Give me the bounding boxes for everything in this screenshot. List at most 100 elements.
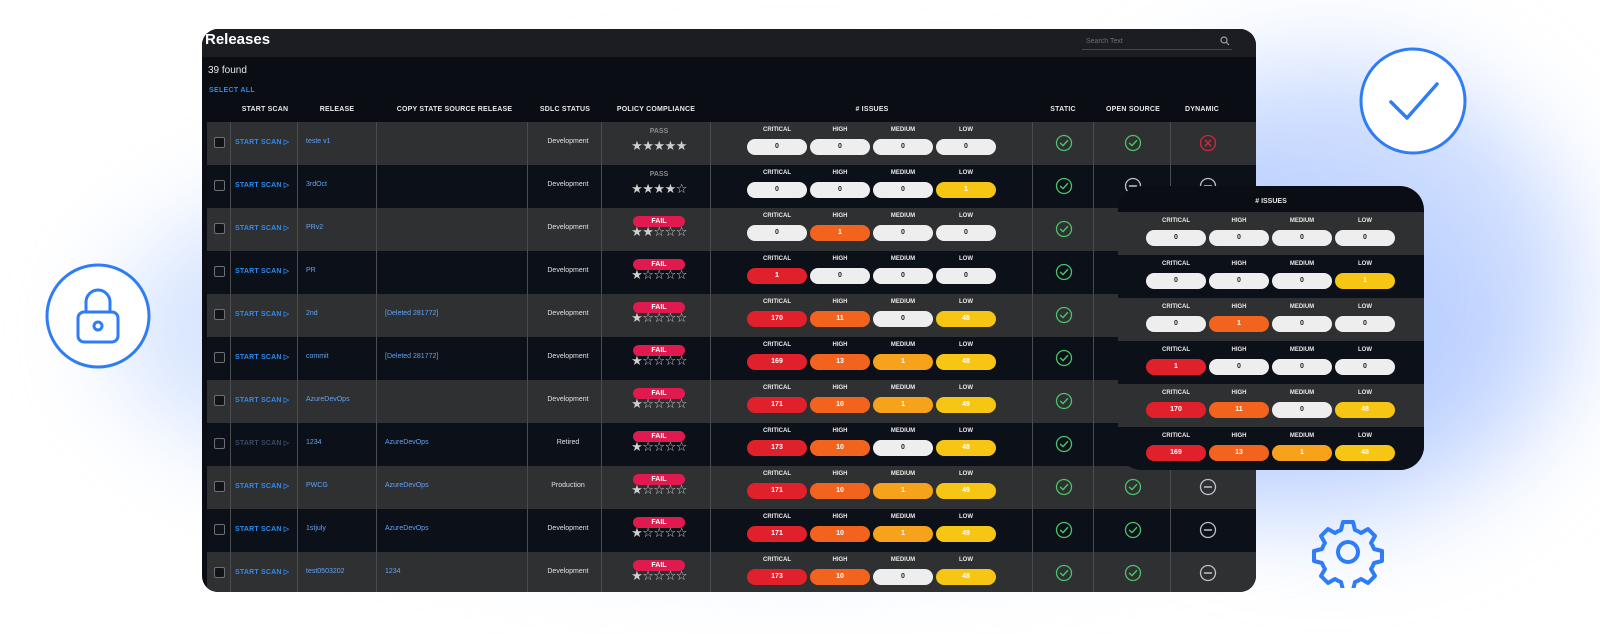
issue-count-high[interactable]: 0 bbox=[810, 139, 870, 155]
row-checkbox[interactable] bbox=[214, 352, 225, 363]
issue-count-high[interactable]: 0 bbox=[1209, 230, 1269, 246]
issue-count-medium[interactable]: 1 bbox=[1272, 445, 1332, 461]
row-checkbox[interactable] bbox=[214, 524, 225, 535]
issue-count-high[interactable]: 10 bbox=[810, 483, 870, 499]
release-link[interactable]: PWCG bbox=[306, 482, 328, 489]
issue-count-low[interactable]: 0 bbox=[1335, 359, 1395, 375]
copy-state-source-link[interactable]: [Deleted 281772] bbox=[385, 310, 438, 317]
minus-circle-icon[interactable] bbox=[1199, 521, 1217, 539]
error-circle-icon[interactable] bbox=[1199, 134, 1217, 152]
release-link[interactable]: teste v1 bbox=[306, 138, 331, 145]
check-circle-icon[interactable] bbox=[1055, 220, 1073, 238]
start-scan-button[interactable]: START SCAN ▷ bbox=[235, 525, 289, 533]
check-circle-icon[interactable] bbox=[1055, 306, 1073, 324]
release-link[interactable]: 1234 bbox=[306, 439, 322, 446]
start-scan-button[interactable]: START SCAN ▷ bbox=[235, 138, 289, 146]
minus-circle-icon[interactable] bbox=[1199, 478, 1217, 496]
release-link[interactable]: AzureDevOps bbox=[306, 396, 350, 403]
row-checkbox[interactable] bbox=[214, 567, 225, 578]
row-checkbox[interactable] bbox=[214, 481, 225, 492]
check-circle-icon[interactable] bbox=[1055, 263, 1073, 281]
issue-count-critical[interactable]: 169 bbox=[747, 354, 807, 370]
issue-count-high[interactable]: 10 bbox=[810, 440, 870, 456]
issue-count-medium[interactable]: 0 bbox=[873, 440, 933, 456]
search-icon[interactable] bbox=[1220, 36, 1230, 46]
check-circle-icon[interactable] bbox=[1055, 177, 1073, 195]
issue-count-low[interactable]: 0 bbox=[936, 268, 996, 284]
issue-count-low[interactable]: 48 bbox=[1335, 445, 1395, 461]
issue-count-low[interactable]: 0 bbox=[936, 139, 996, 155]
issue-count-low[interactable]: 48 bbox=[936, 311, 996, 327]
issue-count-critical[interactable]: 1 bbox=[1146, 359, 1206, 375]
check-circle-icon[interactable] bbox=[1055, 478, 1073, 496]
check-circle-icon[interactable] bbox=[1124, 134, 1142, 152]
issue-count-medium[interactable]: 0 bbox=[873, 139, 933, 155]
issue-count-high[interactable]: 1 bbox=[810, 225, 870, 241]
issue-count-high[interactable]: 0 bbox=[1209, 273, 1269, 289]
issue-count-low[interactable]: 49 bbox=[936, 526, 996, 542]
issue-count-high[interactable]: 11 bbox=[810, 311, 870, 327]
start-scan-button[interactable]: START SCAN ▷ bbox=[235, 482, 289, 490]
copy-state-source-link[interactable]: AzureDevOps bbox=[385, 482, 429, 489]
issue-count-high[interactable]: 13 bbox=[810, 354, 870, 370]
issue-count-critical[interactable]: 170 bbox=[1146, 402, 1206, 418]
start-scan-button[interactable]: START SCAN ▷ bbox=[235, 353, 289, 361]
release-link[interactable]: 1stjuly bbox=[306, 525, 326, 532]
start-scan-button[interactable]: START SCAN ▷ bbox=[235, 267, 289, 275]
issue-count-high[interactable]: 10 bbox=[810, 397, 870, 413]
issue-count-high[interactable]: 13 bbox=[1209, 445, 1269, 461]
issue-count-low[interactable]: 0 bbox=[1335, 230, 1395, 246]
start-scan-button[interactable]: START SCAN ▷ bbox=[235, 181, 289, 189]
issue-count-high[interactable]: 0 bbox=[1209, 359, 1269, 375]
start-scan-button[interactable]: START SCAN ▷ bbox=[235, 310, 289, 318]
issue-count-low[interactable]: 48 bbox=[1335, 402, 1395, 418]
release-link[interactable]: PR bbox=[306, 267, 316, 274]
issue-count-high[interactable]: 0 bbox=[810, 268, 870, 284]
issue-count-critical[interactable]: 173 bbox=[747, 569, 807, 585]
issue-count-medium[interactable]: 0 bbox=[873, 569, 933, 585]
issue-count-medium[interactable]: 0 bbox=[1272, 230, 1332, 246]
search-box[interactable] bbox=[1082, 33, 1232, 50]
issue-count-low[interactable]: 49 bbox=[936, 397, 996, 413]
copy-state-source-link[interactable]: AzureDevOps bbox=[385, 439, 429, 446]
issue-count-high[interactable]: 10 bbox=[810, 569, 870, 585]
check-circle-icon[interactable] bbox=[1055, 349, 1073, 367]
release-link[interactable]: 2nd bbox=[306, 310, 318, 317]
issue-count-critical[interactable]: 170 bbox=[747, 311, 807, 327]
issue-count-medium[interactable]: 1 bbox=[873, 397, 933, 413]
issue-count-medium[interactable]: 0 bbox=[873, 182, 933, 198]
issue-count-critical[interactable]: 169 bbox=[1146, 445, 1206, 461]
check-circle-icon[interactable] bbox=[1124, 521, 1142, 539]
issue-count-medium[interactable]: 0 bbox=[873, 225, 933, 241]
issue-count-high[interactable]: 0 bbox=[810, 182, 870, 198]
issue-count-critical[interactable]: 0 bbox=[747, 225, 807, 241]
issue-count-medium[interactable]: 0 bbox=[1272, 359, 1332, 375]
issue-count-medium[interactable]: 1 bbox=[873, 483, 933, 499]
issue-count-critical[interactable]: 1 bbox=[747, 268, 807, 284]
issue-count-medium[interactable]: 0 bbox=[1272, 402, 1332, 418]
issue-count-low[interactable]: 49 bbox=[936, 483, 996, 499]
issue-count-medium[interactable]: 1 bbox=[873, 354, 933, 370]
row-checkbox[interactable] bbox=[214, 180, 225, 191]
header-release[interactable]: RELEASE bbox=[302, 106, 372, 113]
header-policy-compliance[interactable]: POLICY COMPLIANCE bbox=[603, 106, 709, 113]
start-scan-button[interactable]: START SCAN ▷ bbox=[235, 396, 289, 404]
copy-state-source-link[interactable]: [Deleted 281772] bbox=[385, 353, 438, 360]
row-checkbox[interactable] bbox=[214, 137, 225, 148]
search-input[interactable] bbox=[1086, 34, 1212, 48]
copy-state-source-link[interactable]: AzureDevOps bbox=[385, 525, 429, 532]
check-circle-icon[interactable] bbox=[1055, 134, 1073, 152]
issue-count-medium[interactable]: 1 bbox=[873, 526, 933, 542]
issue-count-high[interactable]: 11 bbox=[1209, 402, 1269, 418]
check-circle-icon[interactable] bbox=[1055, 435, 1073, 453]
row-checkbox[interactable] bbox=[214, 309, 225, 320]
check-circle-icon[interactable] bbox=[1124, 564, 1142, 582]
issue-count-critical[interactable]: 0 bbox=[1146, 316, 1206, 332]
issue-count-low[interactable]: 48 bbox=[936, 440, 996, 456]
issue-count-low[interactable]: 48 bbox=[936, 354, 996, 370]
issue-count-critical[interactable]: 0 bbox=[1146, 273, 1206, 289]
release-link[interactable]: commit bbox=[306, 353, 329, 360]
issue-count-critical[interactable]: 0 bbox=[1146, 230, 1206, 246]
issue-count-low[interactable]: 1 bbox=[1335, 273, 1395, 289]
copy-state-source-link[interactable]: 1234 bbox=[385, 568, 401, 575]
